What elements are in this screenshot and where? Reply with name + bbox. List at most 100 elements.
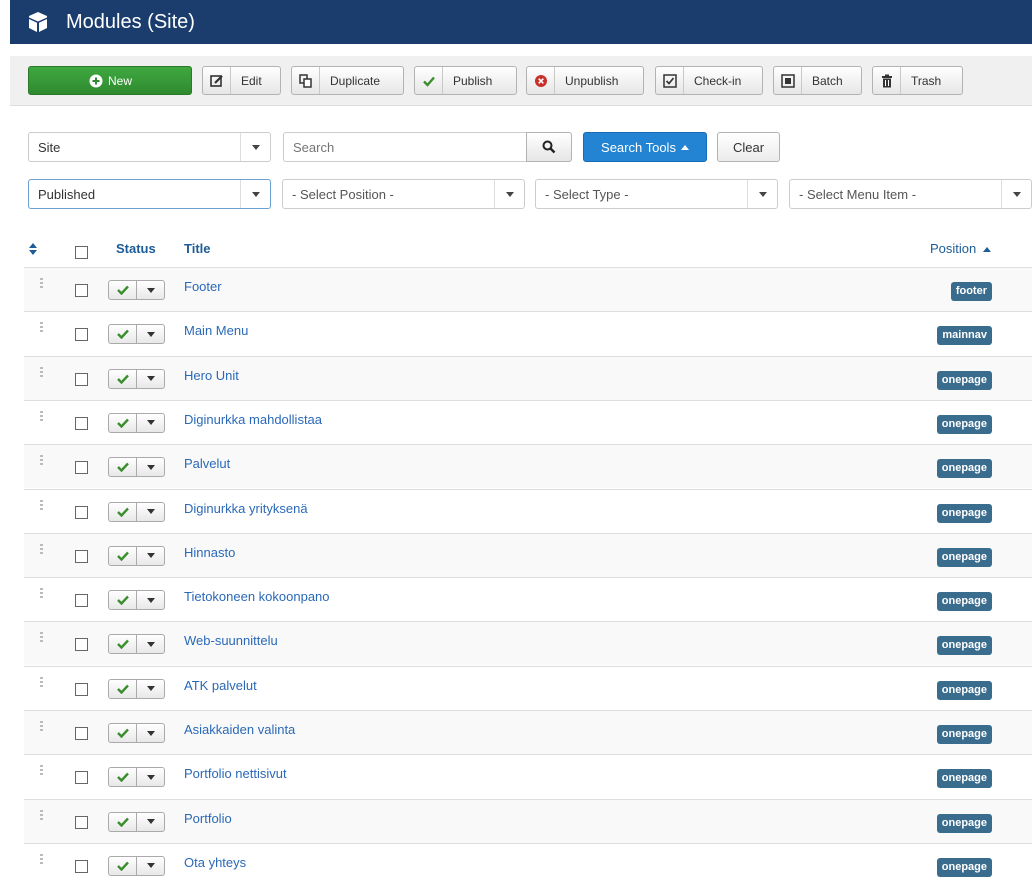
caret-down-icon[interactable] [137,325,164,343]
published-check-icon[interactable] [109,413,137,432]
new-button[interactable]: New [28,66,192,95]
publish-button[interactable]: Publish [414,66,517,95]
caret-down-icon[interactable] [137,370,164,388]
state-select[interactable]: Published [28,179,271,209]
published-check-icon[interactable] [109,856,137,875]
row-checkbox[interactable] [75,638,88,652]
published-check-icon[interactable] [109,591,137,610]
drag-handle-icon[interactable] [40,499,44,512]
drag-handle-icon[interactable] [40,809,44,822]
published-check-icon[interactable] [109,369,137,388]
module-title-link[interactable]: Hero Unit [184,368,239,383]
caret-down-icon[interactable] [137,857,164,875]
published-check-icon[interactable] [109,635,137,654]
row-checkbox[interactable] [75,372,88,386]
search-input[interactable] [283,132,526,162]
published-check-icon[interactable] [109,458,137,477]
caret-down-icon[interactable] [137,458,164,476]
status-toggle[interactable] [108,412,165,433]
drag-handle-icon[interactable] [40,543,44,556]
row-checkbox[interactable] [75,328,88,342]
caret-down-icon[interactable] [137,547,164,565]
position-select[interactable]: - Select Position - [282,179,525,209]
module-title-link[interactable]: Tietokoneen kokoonpano [184,589,330,604]
status-toggle[interactable] [108,855,165,876]
drag-handle-icon[interactable] [40,455,44,467]
status-toggle[interactable] [108,767,165,788]
drag-handle-icon[interactable] [40,588,44,600]
module-title-link[interactable]: Diginurkka mahdollistaa [184,412,322,427]
row-checkbox[interactable] [75,859,88,873]
published-check-icon[interactable] [109,546,137,565]
row-checkbox[interactable] [75,727,88,740]
published-check-icon[interactable] [109,679,137,698]
row-checkbox[interactable] [75,815,88,829]
row-checkbox[interactable] [75,416,88,430]
row-checkbox[interactable] [75,682,88,696]
module-title-link[interactable]: Diginurkka yrityksenä [184,501,308,516]
duplicate-button[interactable]: Duplicate [291,66,404,95]
unpublish-button[interactable]: Unpublish [526,66,644,95]
edit-button[interactable]: Edit [202,66,281,95]
module-title-link[interactable]: Main Menu [184,323,248,338]
title-header[interactable]: Title [184,241,211,256]
row-checkbox[interactable] [75,771,88,785]
row-checkbox[interactable] [75,505,88,519]
status-toggle[interactable] [108,545,165,566]
published-check-icon[interactable] [109,768,137,787]
caret-down-icon[interactable] [137,635,164,653]
module-title-link[interactable]: Ota yhteys [184,855,246,870]
row-checkbox[interactable] [75,594,88,608]
drag-handle-icon[interactable] [40,721,44,733]
search-tools-button[interactable]: Search Tools [583,132,707,162]
status-toggle[interactable] [108,457,165,478]
published-check-icon[interactable] [109,502,137,521]
drag-handle-icon[interactable] [40,278,44,290]
caret-down-icon[interactable] [137,724,164,742]
caret-down-icon[interactable] [137,414,164,432]
caret-down-icon[interactable] [137,281,164,299]
clear-button[interactable]: Clear [717,132,780,162]
status-toggle[interactable] [108,634,165,655]
drag-handle-icon[interactable] [40,853,44,866]
caret-down-icon[interactable] [137,813,164,831]
module-title-link[interactable]: Portfolio nettisivut [184,766,287,781]
drag-handle-icon[interactable] [40,410,44,423]
status-toggle[interactable] [108,811,165,832]
status-toggle[interactable] [108,368,165,389]
client-select[interactable]: Site [28,132,271,162]
module-title-link[interactable]: Web-suunnittelu [184,633,278,648]
row-checkbox[interactable] [75,284,88,297]
status-toggle[interactable] [108,324,165,345]
caret-down-icon[interactable] [137,591,164,609]
status-toggle[interactable] [108,590,165,611]
module-title-link[interactable]: Footer [184,279,222,294]
status-toggle[interactable] [108,723,165,743]
sort-icon[interactable] [29,243,37,255]
drag-handle-icon[interactable] [40,765,44,777]
position-header[interactable]: Position [930,241,991,256]
module-title-link[interactable]: Asiakkaiden valinta [184,722,295,737]
trash-button[interactable]: Trash [872,66,963,95]
drag-handle-icon[interactable] [40,366,44,379]
drag-handle-icon[interactable] [40,676,44,689]
caret-down-icon[interactable] [137,768,164,786]
caret-down-icon[interactable] [137,503,164,521]
module-title-link[interactable]: Palvelut [184,456,230,471]
module-title-link[interactable]: Portfolio [184,811,232,826]
drag-handle-icon[interactable] [40,322,44,334]
status-toggle[interactable] [108,280,165,300]
caret-down-icon[interactable] [137,680,164,698]
row-checkbox[interactable] [75,461,88,475]
module-title-link[interactable]: ATK palvelut [184,678,257,693]
search-button[interactable] [526,132,572,162]
published-check-icon[interactable] [109,325,137,344]
select-all-checkbox[interactable] [75,246,88,259]
menu-item-select[interactable]: - Select Menu Item - [789,179,1032,209]
status-toggle[interactable] [108,678,165,699]
batch-button[interactable]: Batch [773,66,862,95]
module-title-link[interactable]: Hinnasto [184,545,235,560]
drag-handle-icon[interactable] [40,632,44,644]
published-check-icon[interactable] [109,812,137,831]
row-checkbox[interactable] [75,549,88,563]
